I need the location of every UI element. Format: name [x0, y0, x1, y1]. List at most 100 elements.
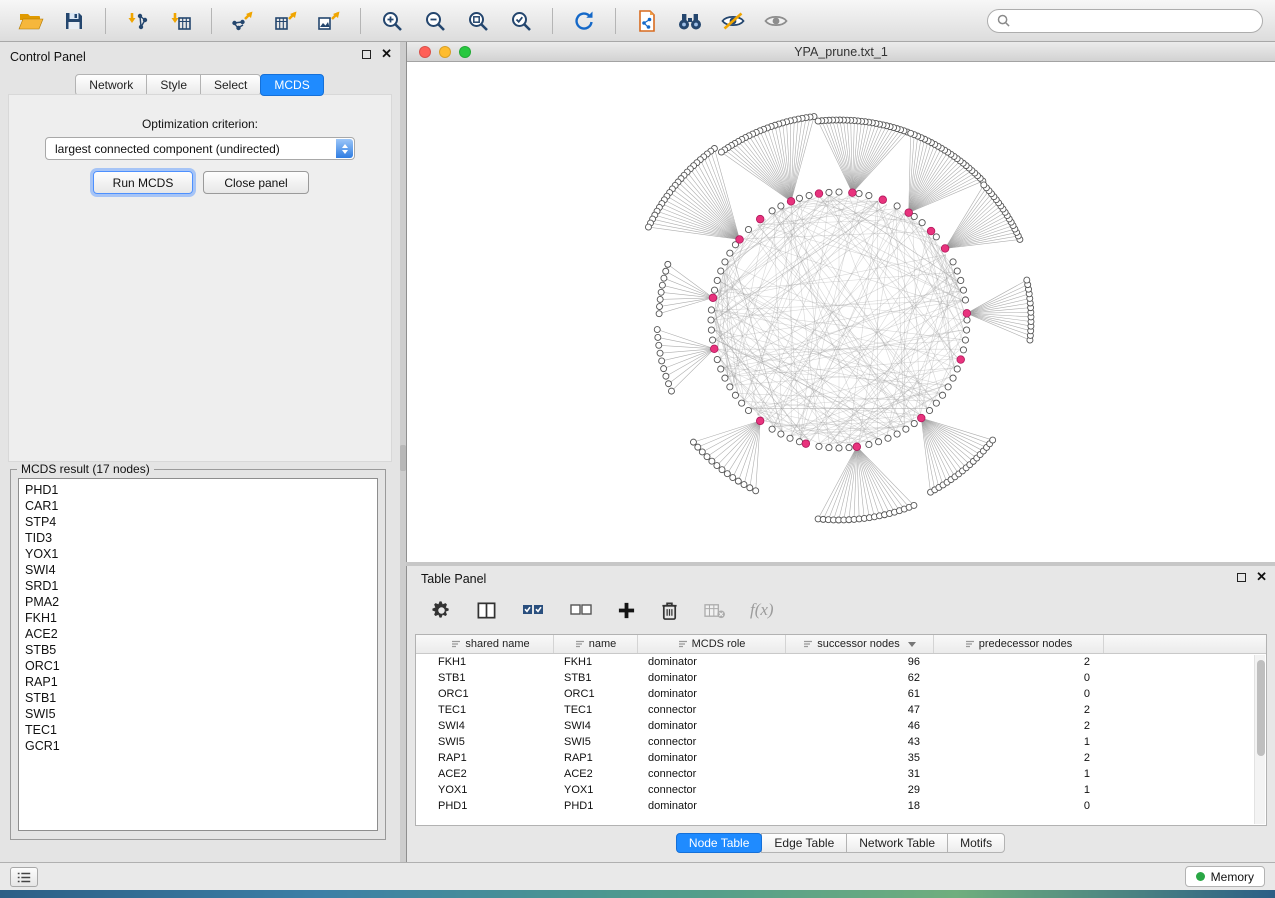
table-row[interactable]: YOX1YOX1connector291: [416, 782, 1266, 798]
mcds-result-item[interactable]: SRD1: [19, 578, 377, 594]
search-input[interactable]: [987, 9, 1263, 33]
split-columns-icon[interactable]: [476, 600, 497, 621]
window-close-button[interactable]: [419, 46, 431, 58]
binoculars-glyph: [677, 11, 703, 31]
table-cell: SWI4: [554, 718, 638, 734]
toolbar-separator: [552, 8, 553, 34]
column-header-shared-name[interactable]: shared name: [428, 635, 554, 653]
delete-column-icon[interactable]: [660, 600, 679, 621]
tab-node-table[interactable]: Node Table: [676, 833, 763, 853]
table-cell: dominator: [638, 750, 786, 766]
import-table-icon[interactable]: [161, 6, 199, 36]
tab-motifs[interactable]: Motifs: [947, 833, 1005, 853]
criterion-dropdown[interactable]: largest connected component (undirected): [45, 137, 355, 160]
table-scrollbar[interactable]: [1254, 655, 1265, 824]
mcds-result-item[interactable]: STB5: [19, 642, 377, 658]
tab-select[interactable]: Select: [200, 74, 261, 96]
import-table-glyph: [168, 10, 192, 32]
mcds-result-item[interactable]: SWI4: [19, 562, 377, 578]
run-mcds-button[interactable]: Run MCDS: [93, 171, 193, 194]
mcds-result-item[interactable]: RAP1: [19, 674, 377, 690]
zoom-selected-icon[interactable]: [502, 6, 540, 36]
float-panel-icon[interactable]: [1237, 573, 1246, 582]
table-row[interactable]: TEC1TEC1connector472: [416, 702, 1266, 718]
table-row[interactable]: SWI5SWI5connector431: [416, 734, 1266, 750]
float-panel-icon[interactable]: [362, 50, 371, 59]
table-cell: 0: [934, 686, 1104, 702]
network-canvas[interactable]: [407, 62, 1275, 562]
table-panel-title: Table Panel: [421, 572, 486, 586]
add-column-icon[interactable]: [617, 601, 636, 620]
scrollbar-thumb[interactable]: [1257, 660, 1265, 756]
zoom-out-icon[interactable]: [416, 6, 454, 36]
close-panel-icon[interactable]: ✕: [381, 49, 392, 59]
column-header-name[interactable]: name: [554, 635, 638, 653]
mcds-result-item[interactable]: ACE2: [19, 626, 377, 642]
show-eye-icon[interactable]: [757, 6, 795, 36]
mcds-result-item[interactable]: GCR1: [19, 738, 377, 754]
table-row[interactable]: STB1STB1dominator620: [416, 670, 1266, 686]
import-network-icon[interactable]: [118, 6, 156, 36]
zoom-fit-icon[interactable]: [459, 6, 497, 36]
zoom-in-icon[interactable]: [373, 6, 411, 36]
table-cell: STB1: [554, 670, 638, 686]
table-row[interactable]: FKH1FKH1dominator962: [416, 654, 1266, 670]
network-graph[interactable]: [407, 62, 1275, 562]
document-share-glyph: [635, 9, 659, 33]
network-window-titlebar[interactable]: YPA_prune.txt_1: [407, 42, 1275, 62]
tab-mcds[interactable]: MCDS: [260, 74, 323, 96]
mcds-result-item[interactable]: ORC1: [19, 658, 377, 674]
close-panel-button[interactable]: Close panel: [203, 171, 309, 194]
column-header-predecessor-nodes[interactable]: predecessor nodes: [934, 635, 1104, 653]
close-panel-icon[interactable]: ✕: [1256, 572, 1267, 582]
hide-selected-eye-icon[interactable]: [714, 6, 752, 36]
table-cell: TEC1: [554, 702, 638, 718]
table-cell: YOX1: [428, 782, 554, 798]
trash-glyph: [660, 600, 679, 621]
mcds-result-item[interactable]: CAR1: [19, 498, 377, 514]
control-panel: Control Panel ✕ Network Style Select MCD…: [0, 42, 400, 862]
table-toolbar: f(x): [407, 592, 1275, 628]
search-text-field[interactable]: [1015, 13, 1253, 29]
mcds-result-list[interactable]: PHD1CAR1STP4TID3YOX1SWI4SRD1PMA2FKH1ACE2…: [18, 478, 378, 831]
table-row[interactable]: PHD1PHD1dominator180: [416, 798, 1266, 814]
window-zoom-button[interactable]: [459, 46, 471, 58]
export-table-icon[interactable]: [267, 6, 305, 36]
export-image-icon[interactable]: [310, 6, 348, 36]
mcds-result-item[interactable]: PHD1: [19, 482, 377, 498]
mcds-result-item[interactable]: YOX1: [19, 546, 377, 562]
mcds-result-item[interactable]: TEC1: [19, 722, 377, 738]
search-binoculars-icon[interactable]: [671, 6, 709, 36]
table-row[interactable]: SWI4SWI4dominator462: [416, 718, 1266, 734]
tab-style[interactable]: Style: [146, 74, 201, 96]
status-menu-button[interactable]: [10, 867, 38, 887]
table-row[interactable]: ACE2ACE2connector311: [416, 766, 1266, 782]
desktop-wallpaper: [0, 890, 1275, 898]
mcds-result-item[interactable]: STB1: [19, 690, 377, 706]
mcds-result-item[interactable]: FKH1: [19, 610, 377, 626]
new-network-from-selection-icon[interactable]: [628, 6, 666, 36]
column-header-successor-nodes[interactable]: successor nodes: [786, 635, 934, 653]
tab-network[interactable]: Network: [75, 74, 147, 96]
window-minimize-button[interactable]: [439, 46, 451, 58]
table-cell: 2: [934, 702, 1104, 718]
mcds-result-item[interactable]: SWI5: [19, 706, 377, 722]
open-folder-icon[interactable]: [12, 6, 50, 36]
memory-button[interactable]: Memory: [1185, 866, 1265, 887]
table-row[interactable]: ORC1ORC1dominator610: [416, 686, 1266, 702]
export-network-icon[interactable]: [224, 6, 262, 36]
select-all-checkboxes-icon[interactable]: [521, 601, 545, 620]
column-header-mcds-role[interactable]: MCDS role: [638, 635, 786, 653]
refresh-icon[interactable]: [565, 6, 603, 36]
table-row[interactable]: RAP1RAP1dominator352: [416, 750, 1266, 766]
mcds-result-item[interactable]: STP4: [19, 514, 377, 530]
mcds-result-item[interactable]: TID3: [19, 530, 377, 546]
export-table-glyph: [274, 10, 298, 32]
tab-edge-table[interactable]: Edge Table: [761, 833, 847, 853]
gear-icon[interactable]: [431, 600, 452, 621]
save-icon[interactable]: [55, 6, 93, 36]
zoom-out-glyph: [423, 9, 447, 33]
unselect-all-checkboxes-icon[interactable]: [569, 601, 593, 620]
mcds-result-item[interactable]: PMA2: [19, 594, 377, 610]
tab-network-table[interactable]: Network Table: [846, 833, 948, 853]
